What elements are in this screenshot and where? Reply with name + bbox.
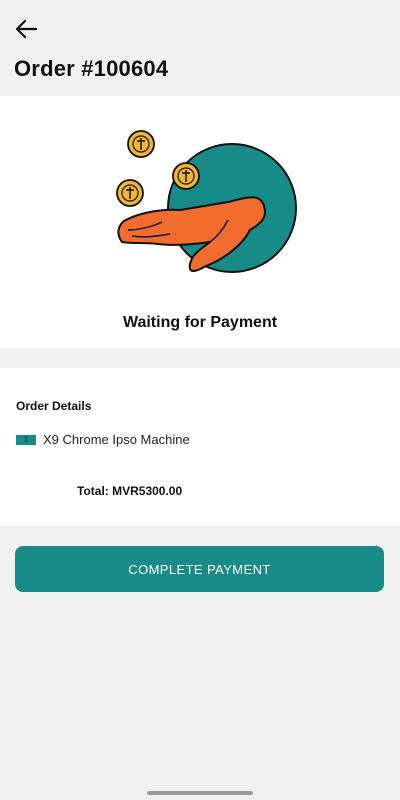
item-quantity-badge: 1 [16,434,36,445]
payment-status-text: Waiting for Payment [122,314,278,331]
page-title: Order #100604 [14,56,169,81]
order-item: 1 X9 Chrome Ipso Machine [16,432,190,447]
hand-receiving-coins-illustration [116,130,297,273]
order-details-card: Order Details 1 X9 Chrome Ipso Machine T… [0,368,400,526]
coin-icon [116,179,144,207]
order-details-heading: Order Details [16,399,92,413]
arrow-left-icon [15,19,38,39]
app-header: Order #100604 [0,0,400,96]
payment-status-card: Waiting for Payment [0,96,400,348]
home-indicator[interactable] [147,791,253,795]
complete-payment-button[interactable]: COMPLETE PAYMENT [15,546,384,592]
back-button[interactable] [12,14,42,44]
coin-icon [172,162,200,190]
item-name: X9 Chrome Ipso Machine [43,432,190,447]
coin-icon [127,130,155,158]
order-total: Total: MVR5300.00 [77,484,183,498]
